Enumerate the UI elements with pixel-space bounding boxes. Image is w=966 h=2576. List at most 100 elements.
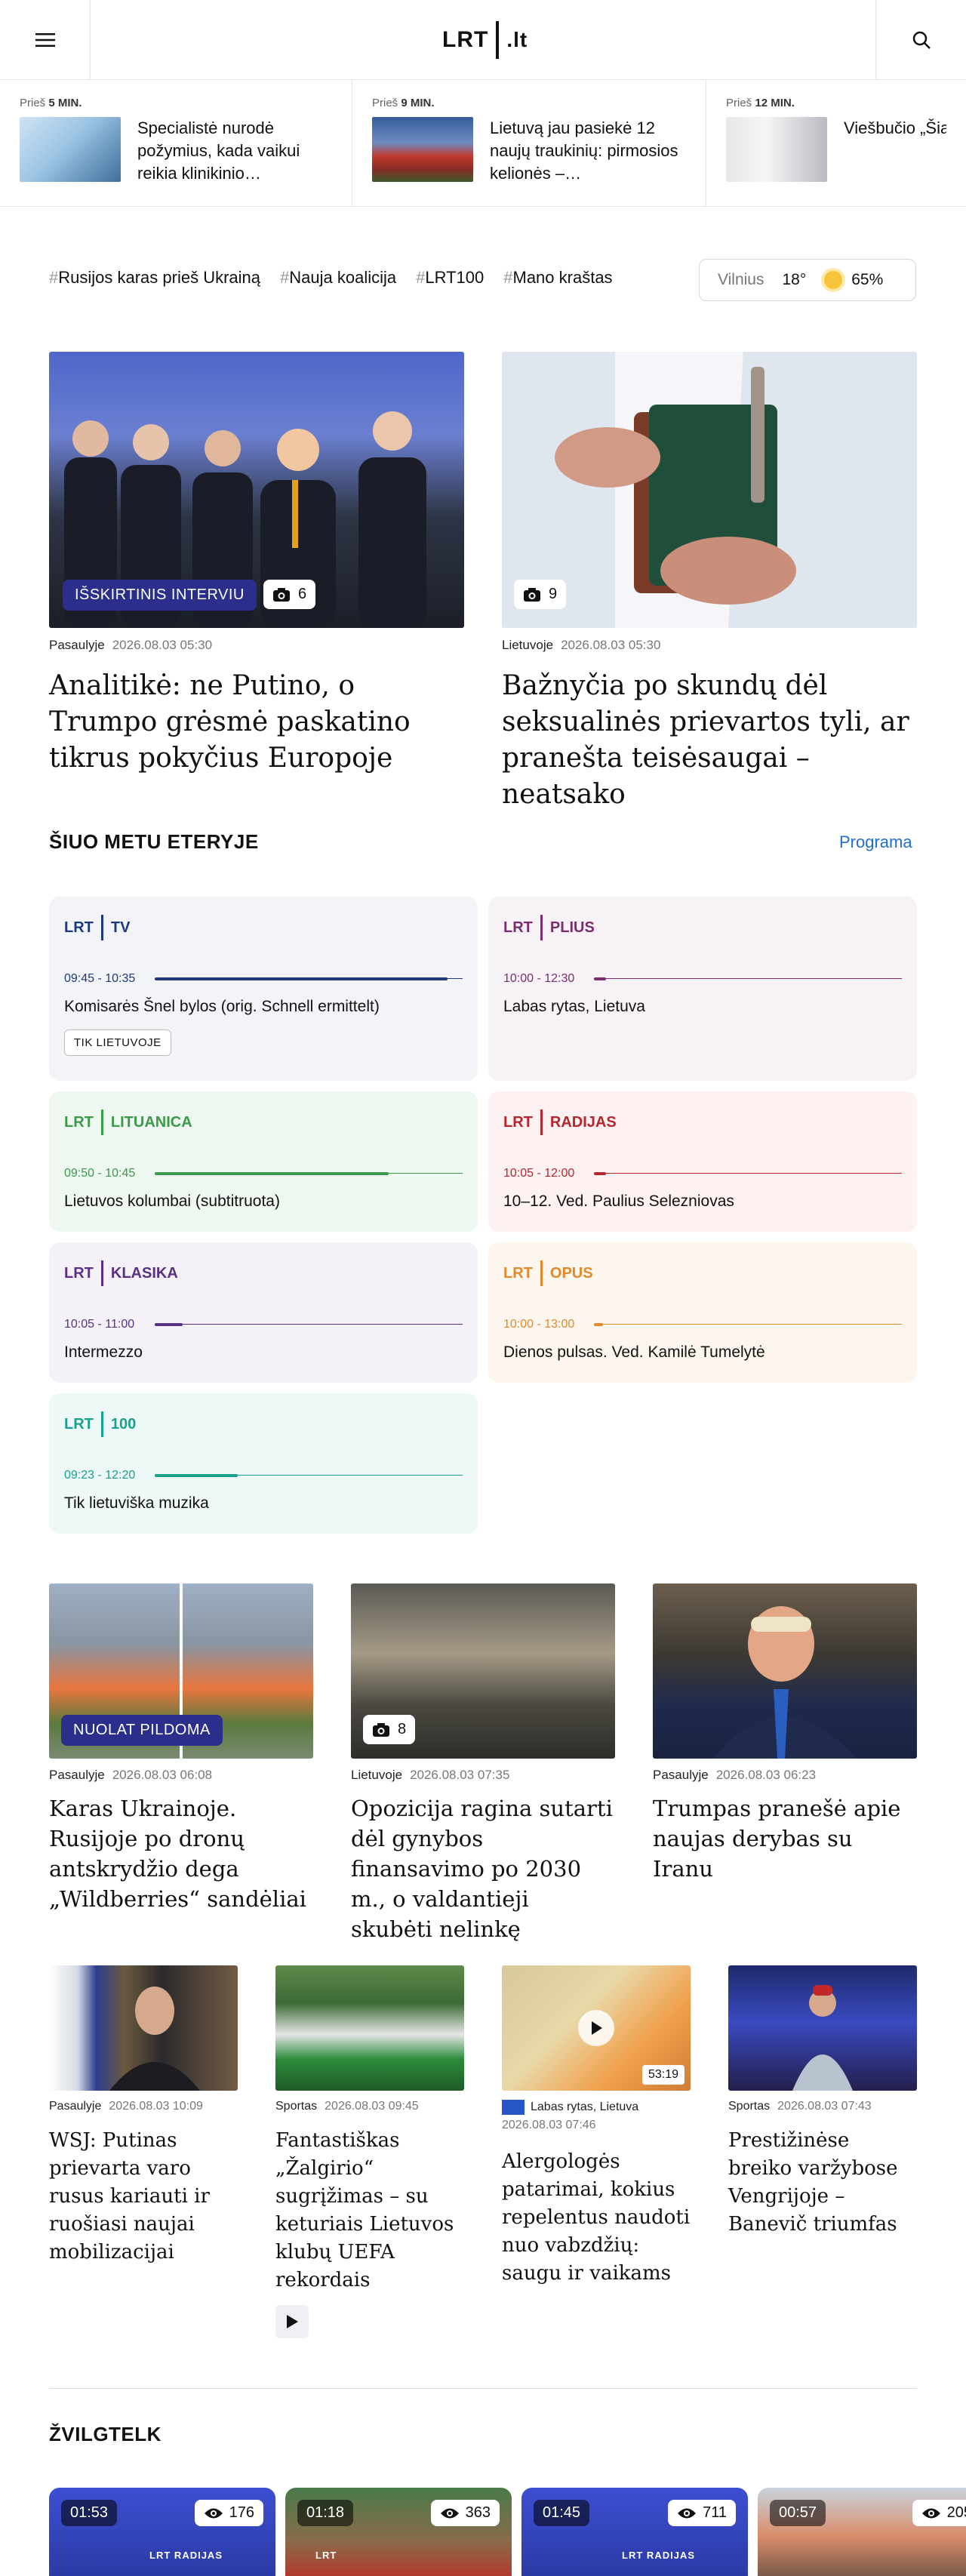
progress-fill [155, 1172, 389, 1175]
featured-image[interactable]: IŠSKIRTINIS INTERVIU 6 [49, 352, 464, 628]
ticker-item[interactable]: Prieš 12 MIN. Viešbučio „Šiaurės krašto … [706, 80, 966, 207]
article-date: 2026.08.03 06:23 [715, 1768, 817, 1782]
article-title[interactable]: Prestižinėse breiko varžybose Vengrijoje… [728, 2127, 917, 2239]
play-icon [592, 2021, 602, 2035]
article-image[interactable]: 8 [351, 1583, 615, 1759]
featured-image[interactable]: 9 [502, 352, 917, 628]
article-image[interactable] [728, 1965, 917, 2091]
article-meta: Lietuvoje 2026.08.03 05:30 [502, 638, 660, 653]
video-card[interactable]: 01:45 711 LRT RADIJAS [521, 2488, 748, 2576]
article-category[interactable]: Lietuvoje [351, 1768, 402, 1782]
article-title[interactable]: Alergologės patarimai, kokius repelentus… [502, 2148, 691, 2288]
show-logo-icon [502, 2100, 525, 2115]
video-duration: 01:53 [61, 2500, 118, 2526]
topic-tag[interactable]: #Rusijos karas prieš Ukrainą [49, 268, 260, 288]
progress-fill [594, 977, 607, 980]
channel-card[interactable]: LRT KLASIKA 10:05 - 11:00 Intermezzo [49, 1242, 478, 1383]
article-meta: Sportas 2026.08.03 09:45 [275, 2100, 419, 2113]
article-date: 2026.08.03 07:46 [502, 2119, 596, 2131]
channel-card[interactable]: LRT RADIJAS 10:05 - 12:00 10–12. Ved. Pau… [488, 1091, 917, 1232]
article-meta: Pasaulyje 2026.08.03 06:08 [49, 1768, 212, 1783]
article-image[interactable] [653, 1583, 917, 1759]
article-image[interactable] [49, 1965, 238, 2091]
video-duration: 01:18 [297, 2500, 354, 2526]
channel-name: LITUANICA [110, 1113, 192, 1131]
weather-city: Vilnius [718, 271, 764, 288]
ticker-headline: Specialistė nurodė požymius, kada vaikui… [137, 118, 300, 183]
ticker-item[interactable]: Prieš 5 MIN. Specialistė nurodė požymius… [0, 80, 352, 207]
weather-temp: 18° [782, 271, 807, 288]
video-card[interactable]: 00:57 205 [758, 2488, 966, 2576]
ticker-item[interactable]: Prieš 9 MIN. Lietuvą jau pasiekė 12 nauj… [352, 80, 706, 207]
article-category[interactable]: Sportas [275, 2100, 317, 2113]
article-date: 2026.08.03 05:30 [112, 638, 213, 652]
putin-illustration [109, 1987, 200, 2091]
video-watermark: LRT RADIJAS [622, 2550, 695, 2561]
play-button[interactable] [275, 2305, 309, 2338]
weather-widget[interactable]: Vilnius 18° 65% [699, 259, 916, 301]
article-title[interactable]: Fantastiškas „Žalgirio“ sugrįžimas – su … [275, 2127, 464, 2294]
camera-icon [373, 1722, 389, 1737]
site-logo[interactable]: LRT .lt [442, 21, 528, 59]
channel-card[interactable]: LRT TV 09:45 - 10:35 Komisarės Šnel bylos… [49, 897, 478, 1081]
article-category[interactable]: Pasaulyje [653, 1768, 709, 1782]
show-time: 10:05 - 11:00 [64, 1318, 135, 1331]
article-title[interactable]: WSJ: Putinas prievarta varo rusus kariau… [49, 2127, 238, 2267]
article-image[interactable] [275, 1965, 464, 2091]
topic-tag[interactable]: #Nauja koalicija [280, 268, 396, 288]
logo-divider [496, 21, 500, 59]
article-title[interactable]: Opozicija ragina sutarti dėl gynybos fin… [351, 1793, 615, 1944]
article-meta: Pasaulyje 2026.08.03 06:23 [653, 1768, 816, 1783]
show-title: Intermezzo [64, 1343, 143, 1361]
article-title[interactable]: Karas Ukrainoje. Rusijoje po dronų antsk… [49, 1793, 313, 1914]
show-title: Tik lietuviška muzika [64, 1494, 209, 1512]
article-date: 2026.08.03 07:43 [777, 2100, 872, 2113]
article-title[interactable]: Bažnyčia po skundų dėl seksualinės priev… [502, 668, 924, 813]
article-category[interactable]: Pasaulyje [49, 638, 105, 652]
ticker-time: Prieš 5 MIN. [20, 97, 82, 109]
view-count: 176 [194, 2500, 263, 2526]
progress-track [594, 1323, 902, 1326]
eye-icon [678, 2508, 697, 2518]
photo-count: 8 [363, 1715, 416, 1744]
article-category[interactable]: Labas rytas, Lietuva [531, 2101, 638, 2113]
view-count: 205 [912, 2500, 966, 2526]
topic-tag[interactable]: #Mano kraštas [503, 268, 612, 288]
channel-card[interactable]: LRT OPUS 10:00 - 13:00 Dienos pulsas. Ved… [488, 1242, 917, 1383]
ticker-thumbnail [372, 117, 473, 182]
video-card[interactable]: 01:18 363 LRT [285, 2488, 512, 2576]
article-title[interactable]: Analitikė: ne Putino, o Trumpo grėsmė pa… [49, 668, 464, 777]
topic-tag[interactable]: #LRT100 [416, 268, 484, 288]
channel-card[interactable]: LRT 100 09:23 - 12:20 Tik lietuviška muzi… [49, 1393, 478, 1534]
channel-name: RADIJAS [549, 1113, 617, 1131]
article-title[interactable]: Trumpas pranešė apie naujas derybas su I… [653, 1793, 917, 1884]
video-play-button[interactable] [578, 2010, 614, 2046]
view-count: 363 [430, 2500, 500, 2526]
sun-icon [824, 271, 843, 289]
article-category[interactable]: Pasaulyje [49, 1768, 105, 1782]
article-category[interactable]: Pasaulyje [49, 2100, 101, 2113]
eye-icon [204, 2508, 223, 2518]
article-category[interactable]: Lietuvoje [502, 638, 553, 652]
article-meta: Labas rytas, Lietuva 2026.08.03 07:46 [502, 2100, 691, 2136]
search-button[interactable] [875, 0, 966, 80]
channel-card[interactable]: LRT LITUANICA 09:50 - 10:45 Lietuvos kolu… [49, 1091, 478, 1232]
camera-icon [273, 587, 290, 602]
news-ticker: Prieš 5 MIN. Specialistė nurodė požymius… [0, 80, 966, 207]
article-image[interactable]: NUOLAT PILDOMA [49, 1583, 313, 1759]
show-time: 09:50 - 10:45 [64, 1167, 136, 1180]
video-thumbnail[interactable]: 53:19 [502, 1965, 691, 2091]
article-date: 2026.08.03 09:45 [325, 2100, 419, 2113]
eye-icon [440, 2508, 459, 2518]
video-card[interactable]: 01:53 176 LRT RADIJAS [49, 2488, 275, 2576]
topic-tags: #Rusijos karas prieš Ukrainą #Nauja koal… [49, 268, 613, 288]
channel-card[interactable]: LRT PLIUS 10:00 - 12:30 Labas rytas, Liet… [488, 897, 917, 1081]
article-date: 2026.08.03 10:09 [109, 2100, 203, 2113]
article-date: 2026.08.03 07:35 [410, 1768, 510, 1782]
video-duration: 01:45 [534, 2500, 590, 2526]
menu-button[interactable] [0, 0, 91, 80]
article-meta: Sportas 2026.08.03 07:43 [728, 2100, 872, 2113]
article-category[interactable]: Sportas [728, 2100, 770, 2113]
channel-name: KLASIKA [110, 1264, 178, 1282]
program-link[interactable]: Programa [839, 833, 912, 852]
